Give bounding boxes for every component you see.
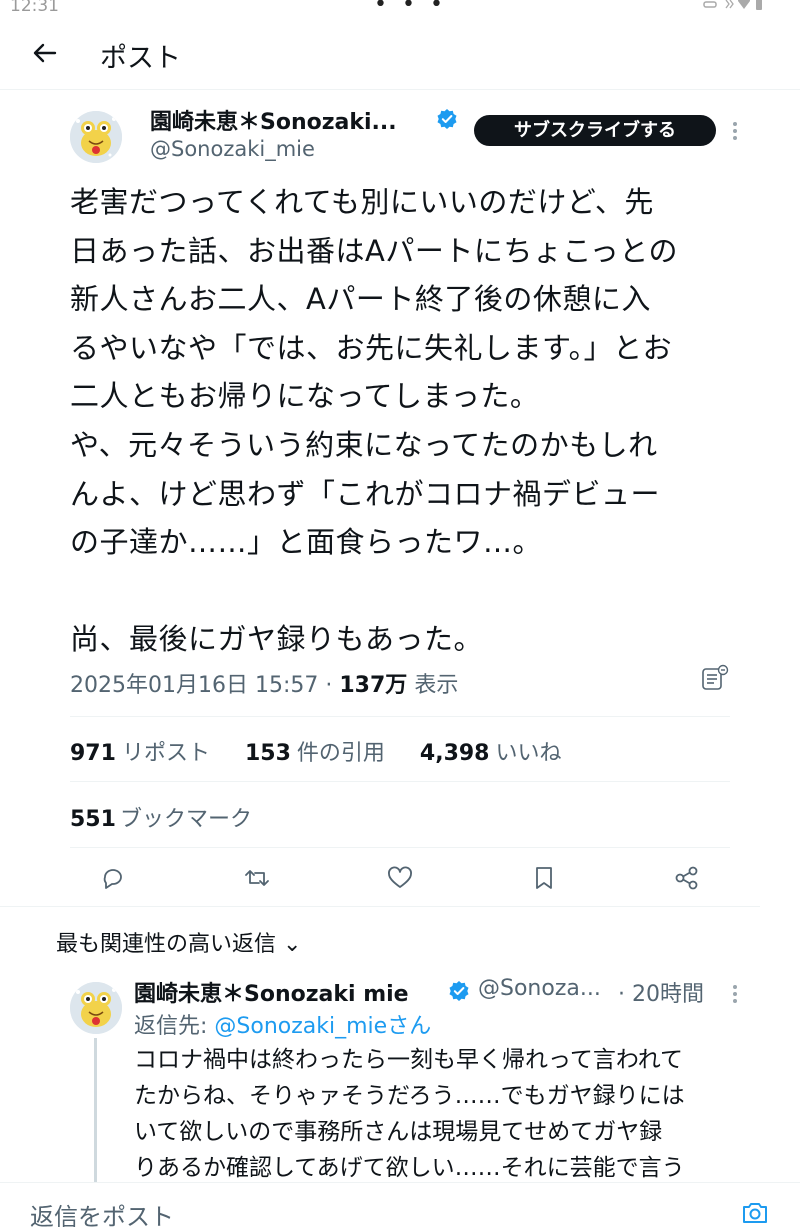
analytics-icon[interactable] <box>700 664 730 694</box>
reply-button[interactable] <box>99 864 127 892</box>
author-avatar[interactable] <box>70 111 122 163</box>
bookmarks-stat[interactable]: 551 ブックマーク <box>70 801 252 833</box>
frog-avatar-image <box>70 111 122 163</box>
divider <box>0 906 760 907</box>
divider <box>70 716 730 717</box>
divider <box>70 781 730 782</box>
subscribe-button[interactable]: サブスクライブする <box>474 115 716 146</box>
reply-to-link[interactable]: @Sonozaki_mieさん <box>214 1014 431 1039</box>
thread-line <box>94 1038 97 1188</box>
like-icon <box>388 866 412 888</box>
views-count: 137万 <box>339 673 408 698</box>
signal-battery-icon <box>703 0 762 10</box>
share-icon <box>675 866 698 890</box>
reposts-count: 971 <box>70 741 116 766</box>
repost-button[interactable] <box>243 864 271 892</box>
status-time: 12:31 <box>10 0 59 16</box>
camera-icon[interactable] <box>741 1200 769 1226</box>
reply-input-placeholder[interactable]: 返信をポスト <box>30 1197 174 1227</box>
quotes-stat[interactable]: 153 件の引用 <box>245 735 385 767</box>
repost-icon <box>245 870 269 886</box>
reposts-stat[interactable]: 971 リポスト <box>70 735 210 767</box>
meta-separator: · <box>325 673 340 698</box>
status-bar: 12:31 • • • <box>0 0 800 17</box>
engagement-stats: 971 リポスト 153 件の引用 4,398 いいね <box>70 735 590 767</box>
tweet-text: 老害だつってくれても別にいいのだけど、先 日あった話、お出番はAパートにちょこっ… <box>70 185 679 657</box>
back-button[interactable] <box>30 38 60 68</box>
reply-sort-dropdown[interactable]: 最も関連性の高い返信 ⌄ <box>56 926 301 958</box>
frog-avatar-image <box>70 982 122 1034</box>
reply-composer[interactable]: 返信をポスト <box>0 1182 800 1227</box>
more-options-icon[interactable] <box>732 984 738 1004</box>
author-handle[interactable]: @Sonozaki_mie <box>150 137 315 161</box>
verified-badge-icon <box>448 980 470 1002</box>
bookmarks-count: 551 <box>70 807 116 832</box>
divider <box>70 847 730 848</box>
likes-count: 4,398 <box>419 741 490 766</box>
tweet-meta: 2025年01月16日 15:57 · 137万 表示 <box>70 667 458 699</box>
page-title: ポスト <box>100 43 181 74</box>
quotes-count: 153 <box>244 741 291 766</box>
reply-author-handle[interactable]: @Sonoza... <box>478 976 601 1001</box>
reply-avatar[interactable] <box>70 982 122 1034</box>
quotes-label: 件の引用 <box>296 741 385 766</box>
reposts-label: リポスト <box>121 741 210 766</box>
reply-icon <box>103 869 122 889</box>
share-button[interactable] <box>673 864 701 892</box>
status-dots: • • • <box>374 0 447 17</box>
arrow-left-icon <box>33 43 57 63</box>
reply-to-prefix: 返信先: <box>134 1014 215 1039</box>
bookmarks-label: ブックマーク <box>119 807 252 832</box>
verified-badge-icon <box>436 108 458 130</box>
reply-time[interactable]: · 20時間 <box>618 976 704 1008</box>
more-options-icon[interactable] <box>732 121 738 141</box>
bookmark-icon <box>536 867 552 889</box>
reply-author-name[interactable]: 園崎未恵＊Sonozaki mie <box>134 976 409 1008</box>
tweet-timestamp[interactable]: 2025年01月16日 15:57 <box>70 673 318 698</box>
likes-label: いいね <box>495 741 562 766</box>
status-icons <box>702 0 766 15</box>
likes-stat[interactable]: 4,398 いいね <box>420 735 562 767</box>
author-name[interactable]: 園崎未恵＊Sonozaki... <box>150 104 397 136</box>
like-button[interactable] <box>386 864 414 892</box>
top-nav: ポスト <box>0 16 800 90</box>
reply-text: コロナ禍中は終わったら一刻も早く帰れって言われて たからね、そりゃァそうだろう…… <box>134 1047 685 1181</box>
views-label: 表示 <box>414 673 459 698</box>
bookmark-button[interactable] <box>530 864 558 892</box>
reply-to-line: 返信先: @Sonozaki_mieさん <box>134 1008 431 1040</box>
